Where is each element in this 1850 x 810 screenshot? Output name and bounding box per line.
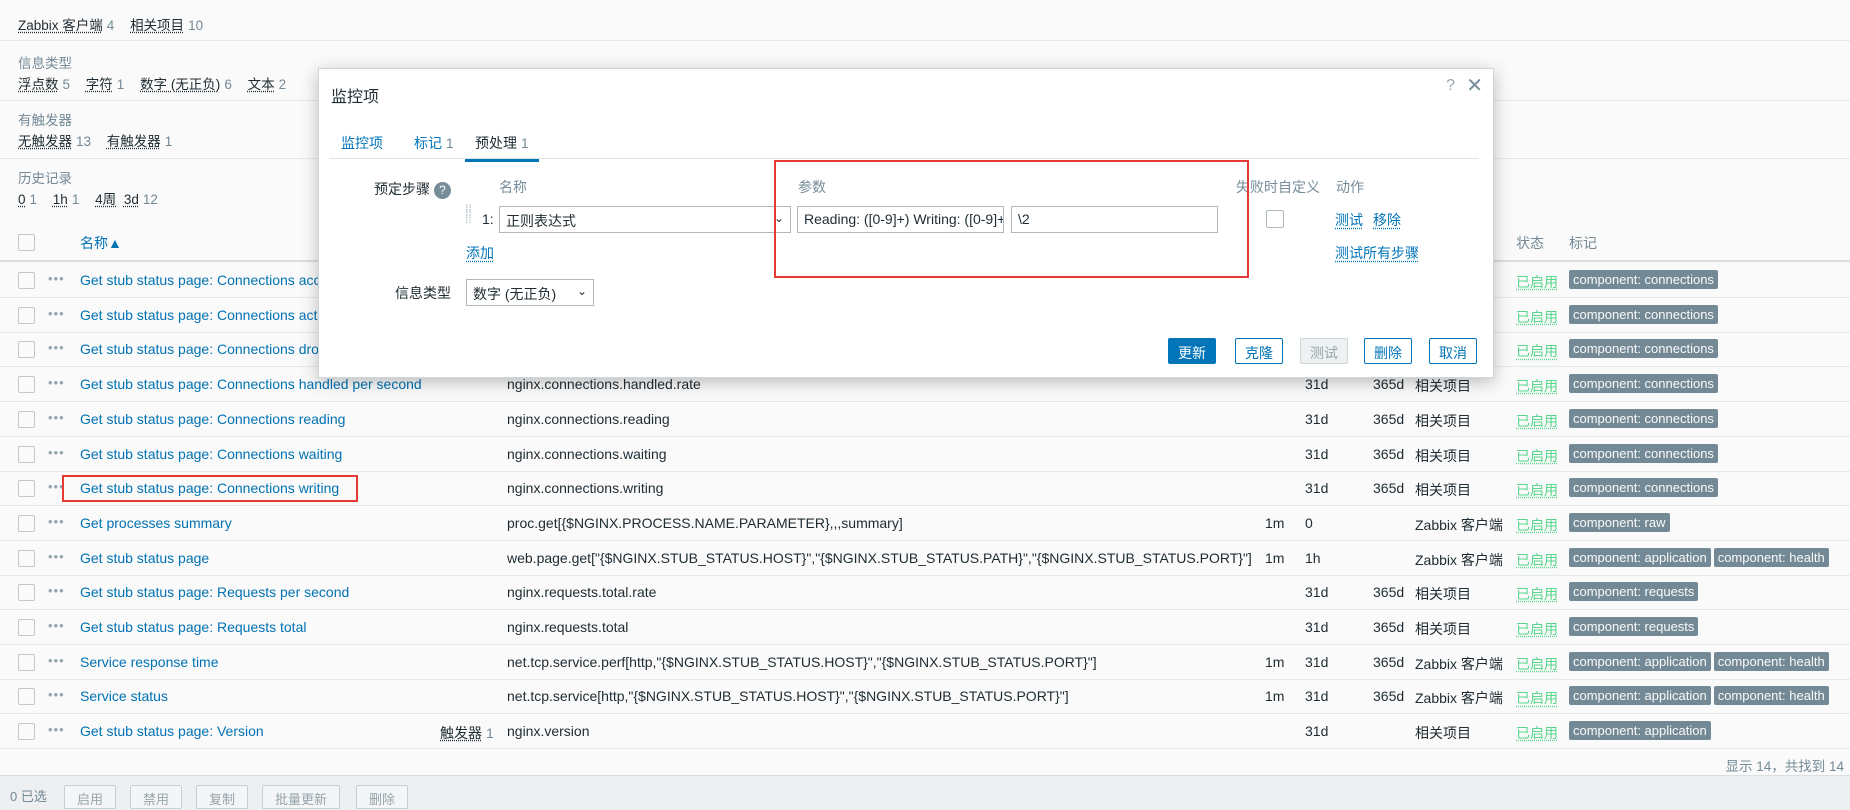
column-actions: 动作 (1336, 179, 1364, 195)
info-type-select[interactable]: 数字 (无正负) ⌄ (466, 279, 594, 306)
test-step-link[interactable]: 测试 (1335, 210, 1363, 230)
clone-button[interactable]: 克隆 (1235, 338, 1283, 364)
custom-on-fail-checkbox[interactable] (1266, 210, 1284, 228)
help-icon[interactable]: ? (1446, 77, 1455, 95)
dialog-tabs: 监控项 标记 1 预处理 1 (329, 129, 1479, 162)
cancel-button[interactable]: 取消 (1429, 338, 1477, 364)
step-number: 1: (482, 211, 494, 227)
step-type-select[interactable]: 正则表达式 ⌄ (499, 206, 791, 233)
tab-item[interactable]: 监控项 (341, 133, 383, 153)
drag-handle-icon[interactable]: ⁞⁞ ⁞⁞ ⁞⁞ (465, 203, 473, 227)
info-type-label: 信息类型 (395, 285, 451, 301)
delete-item-button[interactable]: 删除 (1364, 338, 1412, 364)
chevron-down-icon: ⌄ (576, 284, 587, 298)
test-all-steps-link[interactable]: 测试所有步骤 (1335, 243, 1419, 263)
highlight-box (62, 475, 358, 502)
column-name: 名称 (499, 179, 527, 195)
tab-preprocessing[interactable]: 预处理 1 (465, 133, 539, 162)
preprocessing-label: 预定步骤? (339, 179, 451, 199)
test-button: 测试 (1300, 338, 1348, 364)
dialog-title: 监控项 (331, 89, 380, 106)
update-button[interactable]: 更新 (1168, 338, 1216, 364)
add-step-link[interactable]: 添加 (466, 243, 494, 263)
tab-tags[interactable]: 标记 1 (414, 133, 454, 153)
highlight-box (774, 160, 1249, 278)
close-icon[interactable]: ✕ (1466, 73, 1483, 98)
remove-step-link[interactable]: 移除 (1373, 210, 1401, 230)
question-icon[interactable]: ? (434, 181, 451, 199)
